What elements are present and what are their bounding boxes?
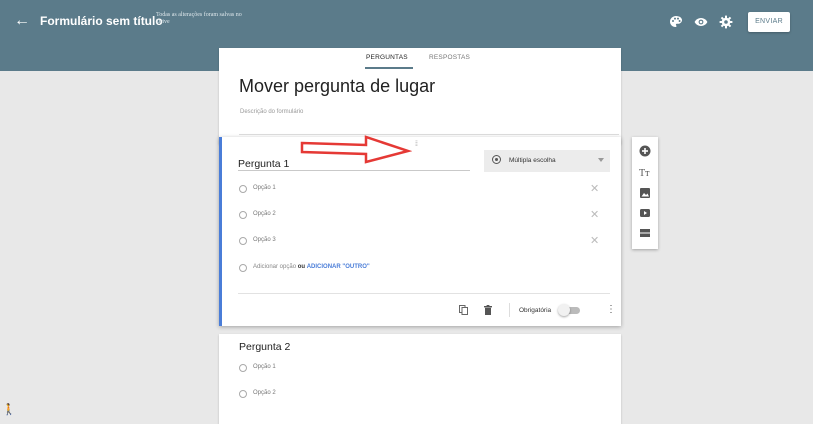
question-card-2[interactable]: Pergunta 2 Opção 1 Opção 2 — [219, 334, 621, 424]
footer-divider — [238, 293, 610, 294]
required-toggle-knob[interactable] — [558, 304, 570, 316]
option-row: Opção 2 — [239, 389, 609, 401]
question-type-label: Múltipla escolha — [509, 157, 556, 164]
add-section-icon[interactable] — [639, 227, 651, 239]
remove-option-icon[interactable]: ✕ — [590, 208, 599, 221]
option-label[interactable]: Opção 3 — [253, 237, 276, 243]
add-title-icon[interactable]: Tт — [639, 166, 651, 178]
option-row: Opção 3 ✕ — [239, 234, 609, 248]
question-type-select[interactable]: Múltipla escolha — [484, 150, 610, 172]
form-title-header[interactable]: Formulário sem título — [40, 14, 163, 28]
option-label: Opção 1 — [253, 364, 276, 370]
gear-icon[interactable] — [719, 15, 733, 29]
dropdown-caret-icon — [598, 158, 604, 162]
radio-circle-icon — [239, 211, 247, 219]
tab-respostas[interactable]: RESPOSTAS — [429, 54, 470, 61]
option-label[interactable]: Opção 2 — [253, 211, 276, 217]
svg-text:Tт: Tт — [639, 168, 650, 178]
radio-circle-icon — [239, 264, 247, 272]
add-option-text: Adicionar opção ou ADICIONAR "OUTRO" — [253, 264, 370, 270]
remove-option-icon[interactable]: ✕ — [590, 182, 599, 195]
drag-handle-icon[interactable]: ⁞⁞ — [415, 141, 418, 148]
required-label: Obrigatória — [519, 307, 552, 314]
form-description-field[interactable]: Descrição do formulário — [240, 109, 303, 115]
save-status: Todas as alterações foram salvas no Driv… — [156, 12, 242, 25]
add-or-text: ou — [297, 264, 306, 270]
active-question-indicator — [219, 137, 222, 326]
question-card-1[interactable]: ⁞⁞ Pergunta 1 Múltipla escolha Opção 1 ✕… — [219, 137, 621, 326]
accessibility-icon[interactable]: 🚶 — [2, 403, 16, 416]
annotation-arrow — [300, 135, 412, 164]
trash-icon[interactable] — [484, 305, 492, 315]
radio-circle-icon — [239, 185, 247, 193]
radio-circle-icon — [239, 390, 247, 398]
add-question-icon[interactable] — [639, 145, 651, 157]
option-row: Opção 2 ✕ — [239, 208, 609, 222]
eye-preview-icon[interactable] — [694, 15, 708, 29]
option-label: Opção 2 — [253, 390, 276, 396]
side-toolbar: Tт — [632, 137, 658, 249]
form-header-card: PERGUNTAS RESPOSTAS Mover pergunta de lu… — [219, 48, 621, 144]
active-tab-indicator — [365, 67, 413, 69]
form-title[interactable]: Mover pergunta de lugar — [239, 76, 435, 97]
tab-bar: PERGUNTAS RESPOSTAS — [219, 48, 621, 70]
question-title: Pergunta 2 — [239, 341, 291, 353]
back-arrow-icon[interactable]: ← — [14, 13, 30, 29]
duplicate-icon[interactable] — [459, 305, 468, 315]
add-video-icon[interactable] — [639, 207, 651, 219]
remove-option-icon[interactable]: ✕ — [590, 234, 599, 247]
radio-button-icon — [492, 155, 501, 164]
option-row: Opção 1 ✕ — [239, 182, 609, 196]
add-other-link[interactable]: ADICIONAR "OUTRO" — [307, 264, 370, 270]
radio-circle-icon — [239, 364, 247, 372]
question-title-underline — [238, 170, 470, 171]
option-row: Opção 1 — [239, 363, 609, 375]
add-option-row: Adicionar opção ou ADICIONAR "OUTRO" — [239, 263, 609, 275]
more-options-icon[interactable]: ⋮ — [606, 305, 616, 315]
radio-circle-icon — [239, 237, 247, 245]
divider — [239, 134, 619, 135]
option-label[interactable]: Opção 1 — [253, 185, 276, 191]
send-button[interactable]: ENVIAR — [748, 12, 790, 32]
tab-perguntas[interactable]: PERGUNTAS — [366, 54, 408, 61]
palette-icon[interactable] — [669, 15, 683, 29]
add-option-link[interactable]: Adicionar opção — [253, 264, 296, 270]
question-title-field[interactable]: Pergunta 1 — [238, 158, 289, 170]
add-image-icon[interactable] — [639, 187, 651, 199]
footer-separator — [509, 303, 510, 317]
